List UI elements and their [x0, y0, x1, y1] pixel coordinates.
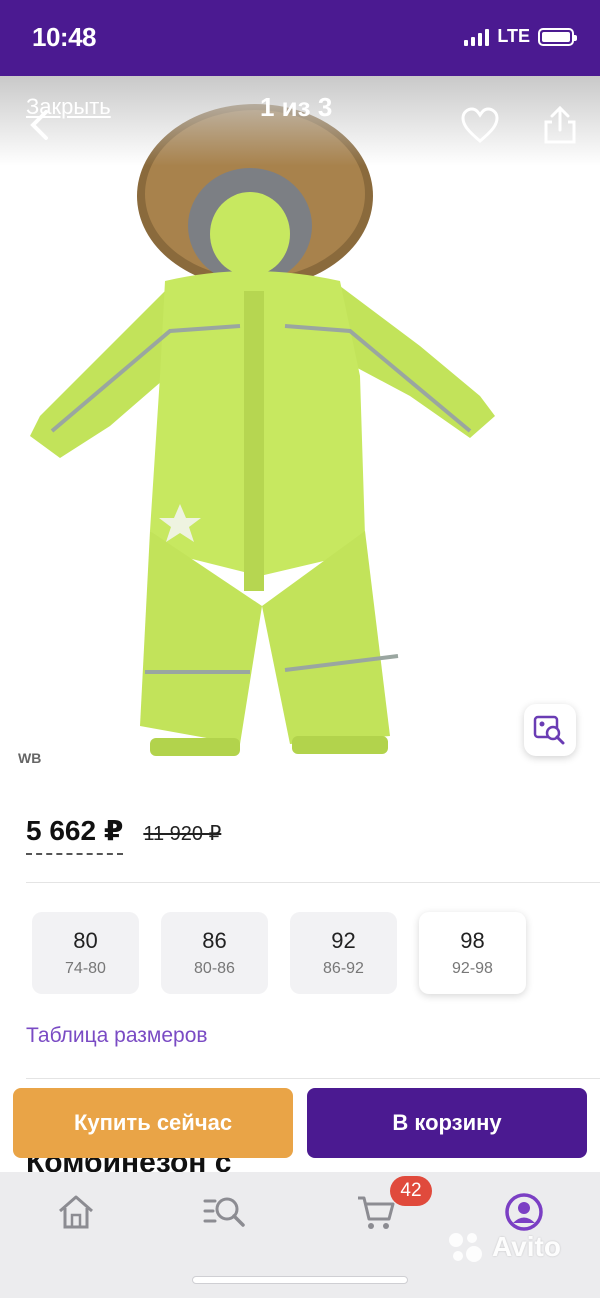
heart-icon[interactable]	[460, 106, 500, 146]
tab-bar: 42 Avito	[0, 1172, 600, 1298]
visual-search-icon	[533, 715, 565, 745]
visual-search-button[interactable]	[524, 704, 576, 756]
status-bar: 10:48 LTE	[0, 0, 600, 76]
product-gallery[interactable]: Закрыть 1 из 3 WB	[0, 76, 600, 780]
product-image	[30, 104, 495, 756]
size-range: 86-92	[323, 960, 364, 977]
size-value: 92	[331, 928, 356, 953]
size-option-86[interactable]: 86 80-86	[161, 912, 268, 994]
home-icon	[59, 1195, 93, 1229]
profile-icon	[505, 1193, 543, 1231]
size-selector: 80 74-80 86 80-86 92 86-92 98 92-98	[32, 912, 526, 994]
image-counter: 1 из 3	[260, 92, 333, 122]
buy-now-button[interactable]: Купить сейчас	[13, 1088, 293, 1158]
size-value: 80	[73, 928, 98, 953]
size-table-link[interactable]: Таблица размеров	[26, 1024, 208, 1048]
catalog-search-icon	[203, 1197, 245, 1227]
cart-badge: 42	[390, 1176, 432, 1206]
divider	[26, 1078, 600, 1079]
tab-profile[interactable]	[500, 1190, 548, 1234]
size-option-98[interactable]: 98 92-98	[419, 912, 526, 994]
share-icon[interactable]	[540, 104, 580, 146]
tab-home[interactable]	[52, 1190, 100, 1234]
battery-icon	[538, 27, 577, 46]
size-range: 80-86	[194, 960, 235, 977]
size-option-80[interactable]: 80 74-80	[32, 912, 139, 994]
network-label: LTE	[497, 26, 530, 46]
divider	[26, 882, 600, 883]
status-time: 10:48	[32, 22, 97, 52]
home-indicator[interactable]	[192, 1276, 408, 1284]
avito-logo-icon	[449, 1233, 482, 1262]
chevron-left-icon[interactable]	[24, 108, 58, 142]
add-to-cart-button[interactable]: В корзину	[307, 1088, 587, 1158]
current-price[interactable]: 5 662 ₽	[26, 814, 124, 855]
size-option-92[interactable]: 92 86-92	[290, 912, 397, 994]
tab-catalog[interactable]	[200, 1190, 248, 1234]
size-range: 74-80	[65, 960, 106, 977]
cart-icon	[358, 1196, 395, 1229]
price-row: 5 662 ₽ 11 920 ₽	[26, 814, 221, 855]
signal-icon	[464, 28, 490, 46]
size-value: 86	[202, 928, 227, 953]
source-label: WB	[18, 750, 42, 766]
status-indicators: LTE	[464, 26, 577, 47]
watermark-text: Avito	[492, 1231, 561, 1262]
size-value: 98	[460, 928, 485, 953]
avito-watermark: Avito	[446, 1230, 561, 1264]
size-range: 92-98	[452, 960, 493, 977]
old-price: 11 920 ₽	[143, 823, 222, 845]
